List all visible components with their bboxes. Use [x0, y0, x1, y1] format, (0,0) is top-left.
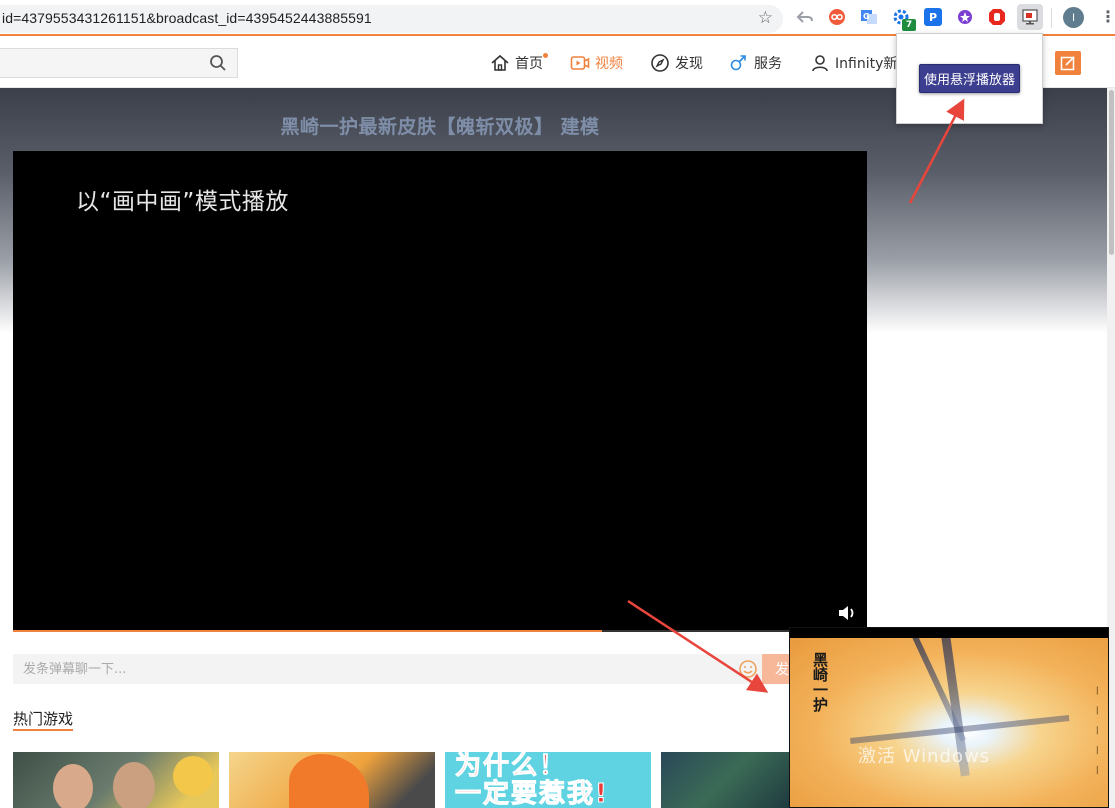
- nav-video-label: 视频: [595, 56, 623, 72]
- pip-extension-button[interactable]: [1017, 4, 1043, 30]
- scrollbar-thumb[interactable]: [1109, 90, 1114, 255]
- thumbnail-caption-line2: 一定要惹我!: [455, 779, 609, 808]
- game-thumbnail[interactable]: 为什么！ 一定要惹我!: [445, 752, 651, 808]
- nav-home[interactable]: 首页: [490, 51, 543, 75]
- profile-avatar[interactable]: I: [1063, 7, 1084, 28]
- address-bar[interactable]: id=4379553431261151&broadcast_id=4395452…: [0, 5, 783, 33]
- svg-text:G: G: [863, 12, 870, 21]
- game-thumbnail[interactable]: [13, 752, 219, 808]
- url-text[interactable]: id=4379553431261151&broadcast_id=4395452…: [2, 10, 372, 26]
- video-title: 黑崎一护最新皮肤【魄斩双极】 建模: [280, 116, 600, 138]
- nav-service-label: 服务: [754, 56, 782, 72]
- pip-side-text: — — — — —: [1092, 686, 1102, 779]
- extension-badge: 7: [902, 19, 916, 31]
- pip-logo: 黑崎一护: [811, 652, 829, 712]
- pip-watermark: 激活 Windows: [858, 746, 991, 767]
- browser-toolbar: id=4379553431261151&broadcast_id=4395452…: [0, 0, 1115, 36]
- male-icon: [730, 55, 746, 71]
- nav-discover-label: 发现: [675, 56, 703, 72]
- nav-video[interactable]: 视频: [570, 51, 623, 75]
- translate-icon[interactable]: G: [860, 8, 878, 26]
- thumbnail-doge: [173, 756, 213, 796]
- thumbnail-figure: [113, 762, 155, 808]
- danmaku-input[interactable]: [13, 654, 798, 684]
- pip-window[interactable]: 黑崎一护 激活 Windows — — — — —: [789, 627, 1109, 808]
- nav-home-label: 首页: [515, 56, 543, 72]
- extension-popup: 使用悬浮播放器: [896, 33, 1043, 124]
- compass-icon: [651, 54, 669, 72]
- search-icon[interactable]: [209, 54, 227, 72]
- section-title: 热门游戏: [13, 710, 74, 728]
- edit-icon: [1060, 56, 1075, 71]
- use-floating-player-button[interactable]: 使用悬浮播放器: [919, 64, 1020, 93]
- nav-discover[interactable]: 发现: [650, 51, 703, 75]
- write-post-button[interactable]: [1055, 51, 1081, 75]
- thumbnail-figure: [53, 764, 93, 808]
- nav-service[interactable]: 服务: [729, 51, 782, 75]
- home-icon: [491, 54, 509, 71]
- thumbnail-caption-line1: 为什么！: [454, 752, 568, 781]
- notification-dot: [543, 53, 548, 58]
- game-thumbnail[interactable]: [661, 752, 789, 808]
- menu-kebab-icon[interactable]: ⋮: [1100, 6, 1115, 28]
- hand-stop-icon[interactable]: [988, 8, 1006, 26]
- pip-icon: [1022, 9, 1038, 25]
- user-icon: [812, 55, 828, 72]
- game-thumbnail[interactable]: [229, 752, 435, 808]
- back-arrow-icon[interactable]: [796, 8, 814, 26]
- section-underline: [13, 729, 73, 731]
- infinity-icon[interactable]: [828, 8, 846, 26]
- pip-video-frame: 黑崎一护 激活 Windows — — — — —: [790, 638, 1108, 807]
- pip-mode-message: 以“画中画”模式播放: [76, 189, 289, 215]
- thumbnail-figure: [289, 754, 369, 808]
- video-player[interactable]: 以“画中画”模式播放: [13, 151, 867, 632]
- toolbar-divider: [1051, 8, 1052, 28]
- bookmark-star-icon[interactable]: ☆: [758, 8, 773, 28]
- parking-icon[interactable]: P: [924, 8, 942, 26]
- video-icon: [570, 56, 590, 70]
- emoji-icon[interactable]: [738, 659, 758, 679]
- site-search-box[interactable]: [0, 48, 238, 78]
- star-badge-icon[interactable]: [956, 8, 974, 26]
- volume-icon[interactable]: [837, 604, 857, 622]
- progress-fill: [13, 630, 603, 632]
